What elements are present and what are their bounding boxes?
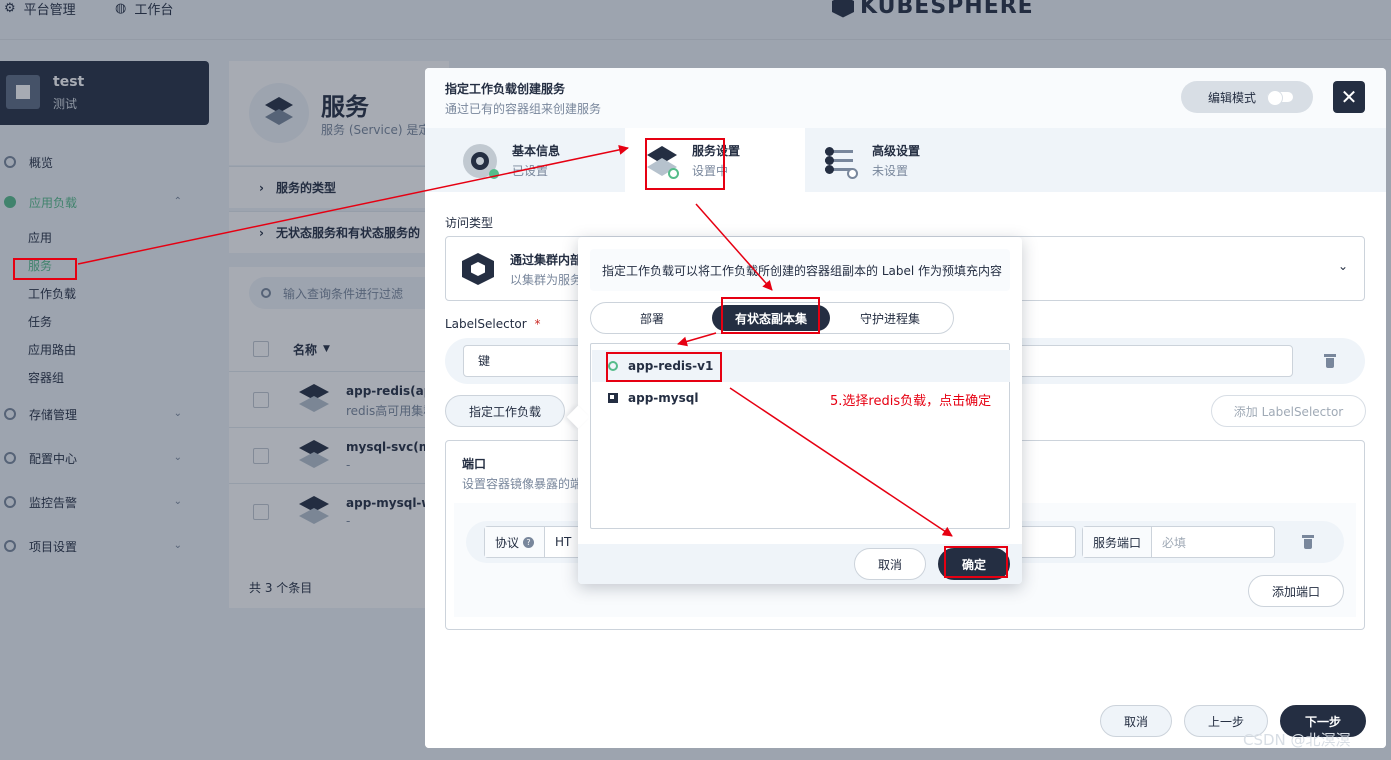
workload-icon — [608, 393, 618, 403]
trash-icon[interactable] — [1324, 354, 1336, 368]
step-title: 高级设置 — [872, 144, 921, 158]
label-selector-label: LabelSelector * — [445, 317, 541, 331]
wizard-steps: 基本信息 已设置 服务设置 设置中 高级设置 未设置 — [425, 128, 1386, 192]
service-port-input[interactable]: 服务端口 必填 — [1082, 526, 1275, 558]
annotation-box-workload — [606, 352, 722, 382]
modal-footer: 取消 上一步 下一步 — [425, 688, 1386, 748]
step-title: 基本信息 — [512, 144, 561, 158]
trash-icon[interactable] — [1302, 535, 1314, 549]
label-selector-text: LabelSelector — [445, 317, 527, 331]
step-advanced-settings[interactable]: 高级设置 未设置 — [805, 128, 985, 192]
specify-workload-button[interactable]: 指定工作负载 — [445, 395, 565, 427]
step-status: 已设置 — [512, 164, 549, 178]
cancel-button[interactable]: 取消 — [1100, 705, 1172, 737]
popover-hint: 指定工作负载可以将工作负载所创建的容器组副本的 Label 作为预填充内容 — [590, 249, 1010, 291]
toggle-switch[interactable] — [1267, 90, 1293, 106]
ports-title: 端口 — [462, 457, 487, 471]
service-port-label: 服务端口 — [1083, 527, 1153, 557]
workload-name: app-mysql — [628, 391, 699, 405]
access-type-title: 通过集群内部 — [510, 253, 583, 267]
specify-workload-popover: 指定工作负载可以将工作负载所创建的容器组副本的 Label 作为预填充内容 部署… — [566, 237, 1022, 584]
edit-mode-label: 编辑模式 — [1208, 90, 1257, 105]
key-placeholder: 键 — [478, 354, 491, 368]
cluster-internal-icon — [462, 253, 494, 285]
protocol-label: 协议 ? — [485, 527, 546, 557]
step-done-dot — [489, 169, 499, 179]
popover-cancel-button[interactable]: 取消 — [854, 548, 926, 580]
annotation-box-services — [13, 258, 77, 280]
add-port-button[interactable]: 添加端口 — [1248, 575, 1344, 607]
step-basic-info[interactable]: 基本信息 已设置 — [425, 128, 605, 192]
required-mark: * — [534, 317, 541, 331]
add-label-selector-button[interactable]: 添加 LabelSelector — [1211, 395, 1366, 427]
annotation-box-step — [645, 138, 725, 190]
annotation-text: 5.选择redis负载，点击确定 — [830, 394, 992, 409]
edit-mode-toggle[interactable]: 编辑模式 — [1181, 81, 1313, 113]
annotation-box-confirm — [944, 546, 1008, 578]
service-port-placeholder: 必填 — [1162, 535, 1187, 550]
ports-desc: 设置容器镜像暴露的端 — [462, 477, 583, 491]
access-type-desc: 以集群为服务 — [510, 273, 583, 287]
step-status: 未设置 — [872, 164, 909, 178]
modal-title: 指定工作负载创建服务 — [445, 82, 566, 96]
annotation-box-tab — [721, 297, 820, 334]
close-icon: ✕ — [1340, 85, 1358, 109]
help-icon[interactable]: ? — [523, 536, 535, 548]
tab-deployments[interactable]: 部署 — [593, 305, 711, 331]
tab-daemonsets[interactable]: 守护进程集 — [831, 305, 949, 331]
label-key-input[interactable]: 键 — [463, 345, 583, 377]
step-pending-dot — [847, 168, 858, 179]
modal-header: 指定工作负载创建服务 通过已有的容器组来创建服务 编辑模式 ✕ — [425, 68, 1386, 128]
close-button[interactable]: ✕ — [1333, 81, 1365, 113]
protocol-value: HT — [555, 535, 572, 549]
access-type-label: 访问类型 — [445, 216, 494, 230]
modal-subtitle: 通过已有的容器组来创建服务 — [445, 102, 602, 116]
chevron-down-icon[interactable]: ⌄ — [1338, 259, 1348, 273]
watermark: CSDN @北溟溟 — [1243, 731, 1351, 749]
